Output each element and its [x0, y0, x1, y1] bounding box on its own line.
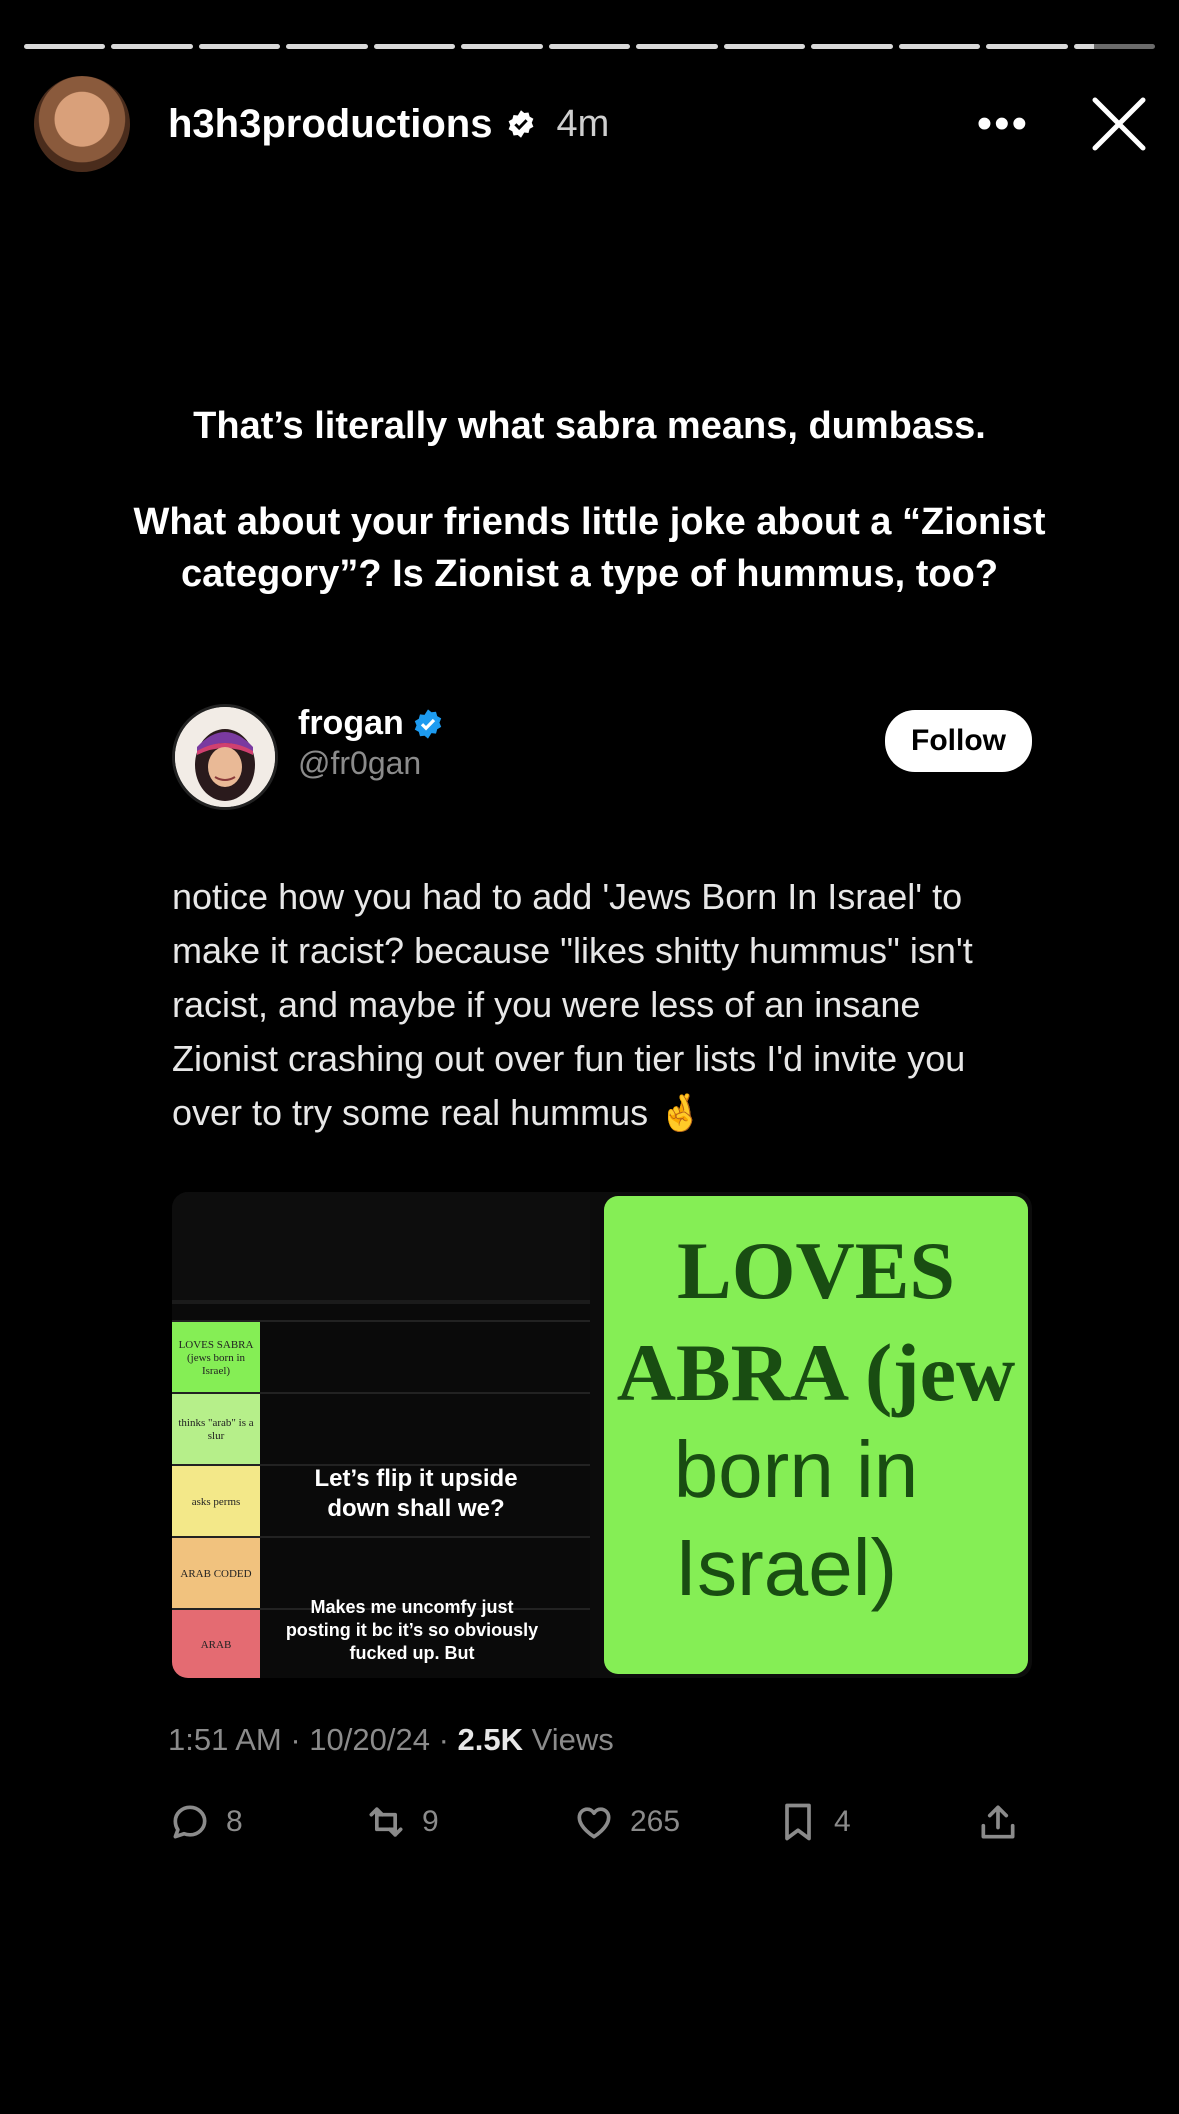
tier-list-image: LOVES SABRA (jews born in Israel) thinks…	[172, 1192, 590, 1678]
embedded-tweet: frogan @fr0gan Follow notice how you had…	[172, 704, 1032, 1678]
bookmark-icon	[785, 1803, 811, 1841]
like-count: 265	[630, 1805, 681, 1838]
story-avatar[interactable]	[34, 76, 130, 172]
caption-line-1: That’s literally what sabra means, dumba…	[193, 405, 986, 447]
repost-icon	[369, 1807, 403, 1837]
tier-label: thinks "arab" is a slur	[172, 1394, 260, 1466]
reply-count: 8	[226, 1805, 243, 1838]
story-time: 4m	[556, 102, 610, 145]
tier-row: thinks "arab" is a slur	[172, 1392, 590, 1466]
media-overlay-text: Let’s flip it upside down shall we?	[314, 1465, 518, 1522]
progress-segment	[898, 44, 981, 49]
share-button[interactable]	[976, 1800, 1034, 1844]
views-label: Views	[523, 1722, 614, 1757]
caption-line-2: What about your friends little joke abou…	[133, 501, 1046, 595]
tweet-metadata: 1:51 AM · 10/20/24 · 2.5K Views	[168, 1722, 614, 1758]
story-username[interactable]: h3h3productions	[168, 102, 492, 147]
repost-count: 9	[422, 1805, 439, 1838]
author-display-name: frogan	[298, 704, 404, 742]
heart-icon	[577, 1807, 611, 1839]
story-progress-bar	[24, 44, 1156, 49]
progress-segment	[636, 44, 718, 49]
verified-badge-icon	[509, 110, 534, 138]
story-caption: That’s literally what sabra means, dumba…	[60, 400, 1119, 644]
tier-label: ARAB	[172, 1610, 260, 1678]
tier-label: asks perms	[172, 1466, 260, 1538]
zoomed-tier-label-image: LOVES ABRA (jew born in Israel)	[604, 1196, 1028, 1674]
zoom-text: ABRA (jew	[616, 1327, 1016, 1418]
progress-segment-current	[1073, 44, 1156, 49]
progress-segment	[811, 44, 893, 49]
tier-row: LOVES SABRA (jews born in Israel)	[172, 1320, 590, 1394]
views-count: 2.5K	[457, 1722, 523, 1757]
more-options-icon[interactable]: •••	[977, 102, 1029, 146]
reply-icon	[173, 1805, 207, 1839]
tweet-text: notice how you had to add 'Jews Born In …	[172, 876, 973, 1133]
zoom-text: Israel)	[674, 1523, 898, 1612]
avatar-image	[175, 707, 275, 807]
progress-segment	[24, 44, 106, 49]
tier-label: ARAB CODED	[172, 1538, 260, 1610]
share-icon	[981, 1805, 1015, 1839]
progress-segment	[286, 44, 368, 49]
progress-segment	[373, 44, 456, 49]
progress-segment	[986, 44, 1068, 49]
tweet-author-name[interactable]: frogan	[298, 704, 444, 743]
repost-button[interactable]: 9	[364, 1800, 439, 1844]
like-button[interactable]: 265	[572, 1800, 680, 1844]
tweet-header: frogan @fr0gan Follow	[172, 704, 1032, 810]
tweet-avatar[interactable]	[172, 704, 278, 810]
tweet-author-handle[interactable]: @fr0gan	[298, 745, 444, 782]
tweet-action-bar: 8 9 265 4	[168, 1800, 1028, 1850]
bookmark-button[interactable]: 4	[776, 1800, 851, 1844]
progress-segment	[723, 44, 806, 49]
bookmark-count: 4	[834, 1805, 851, 1838]
close-icon[interactable]	[1089, 94, 1149, 154]
tier-list-top	[172, 1192, 590, 1304]
follow-button[interactable]: Follow	[885, 710, 1032, 772]
zoom-text: born in	[673, 1425, 919, 1514]
media-overlay-text: Makes me uncomfy just posting it bc it’s…	[285, 1597, 539, 1663]
progress-segment	[548, 44, 631, 49]
progress-segment	[198, 44, 281, 49]
tweet-media[interactable]: LOVES SABRA (jews born in Israel) thinks…	[172, 1192, 1032, 1678]
zoom-text: LOVES	[677, 1225, 955, 1316]
tweet-timestamp[interactable]: 1:51 AM · 10/20/24 ·	[168, 1722, 458, 1757]
story-header: h3h3productions 4m •••	[34, 76, 1149, 172]
tweet-author: frogan @fr0gan	[298, 704, 444, 782]
reply-button[interactable]: 8	[168, 1800, 243, 1844]
tier-label: LOVES SABRA (jews born in Israel)	[172, 1322, 260, 1394]
verified-badge-icon	[414, 708, 441, 739]
progress-segment	[461, 44, 543, 49]
progress-segment	[111, 44, 193, 49]
